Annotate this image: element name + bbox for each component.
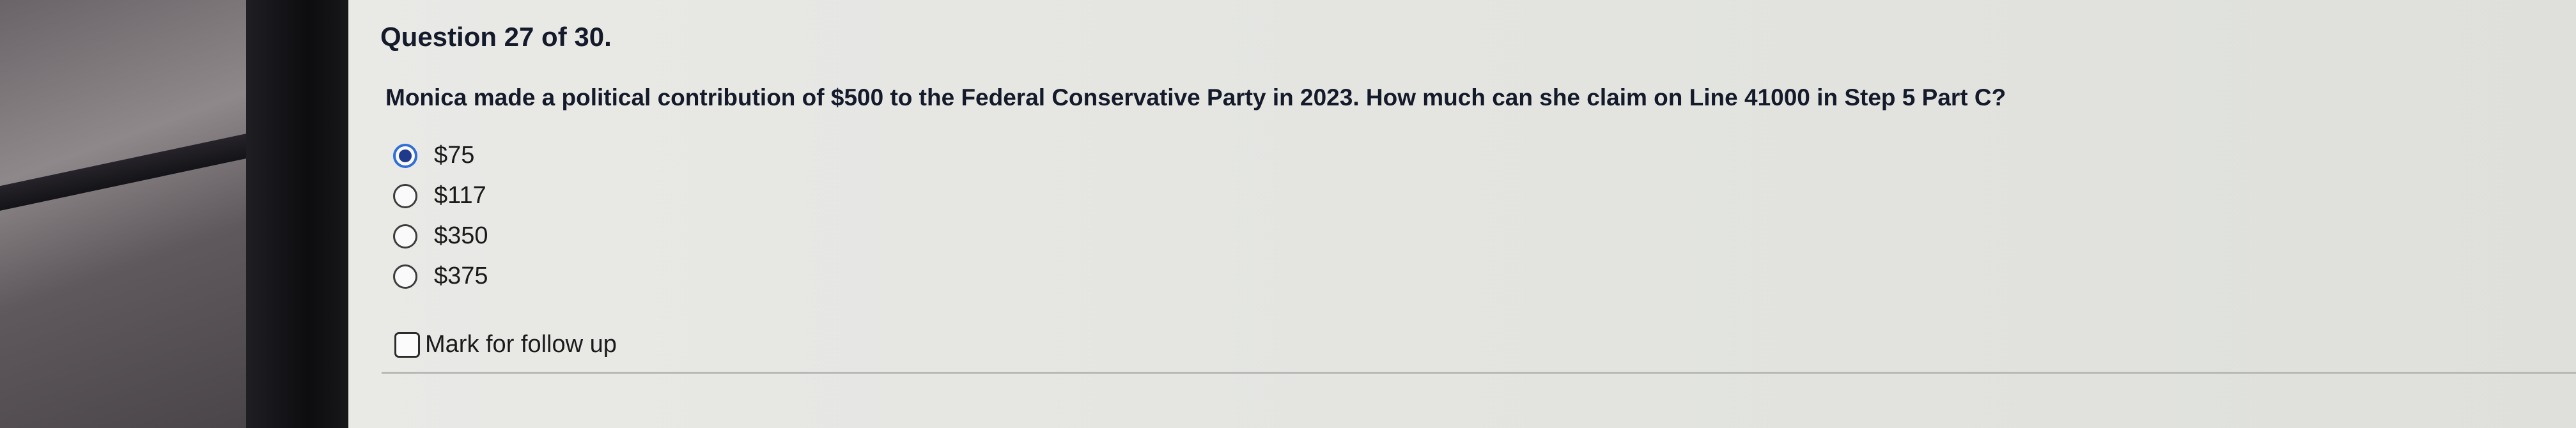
radio-selected-icon[interactable] xyxy=(393,143,417,168)
answer-option-label[interactable]: $75 xyxy=(434,142,474,169)
divider xyxy=(382,372,2576,374)
quiz-page: Question 27 of 30. Monica made a politic… xyxy=(348,0,2576,428)
checkbox-icon[interactable] xyxy=(394,332,420,358)
answer-options: $75 $117 $350 $375 xyxy=(393,135,488,296)
follow-up-label[interactable]: Mark for follow up xyxy=(425,331,617,358)
answer-option-1[interactable]: $75 xyxy=(393,135,488,176)
answer-option-label[interactable]: $350 xyxy=(434,222,488,250)
question-text: Monica made a political contribution of … xyxy=(385,84,2006,111)
radio-unselected-icon[interactable] xyxy=(393,264,417,289)
answer-option-3[interactable]: $350 xyxy=(393,216,488,256)
mark-for-follow-up[interactable]: Mark for follow up xyxy=(394,331,617,358)
background-fabric xyxy=(0,0,256,428)
answer-option-label[interactable]: $375 xyxy=(434,263,488,290)
answer-option-label[interactable]: $117 xyxy=(434,182,486,210)
question-number: Question 27 of 30. xyxy=(380,22,612,52)
answer-option-4[interactable]: $375 xyxy=(393,256,488,296)
radio-dot-icon xyxy=(399,149,412,162)
radio-unselected-icon[interactable] xyxy=(393,224,417,248)
monitor-bezel xyxy=(246,0,348,428)
radio-unselected-icon[interactable] xyxy=(393,183,417,208)
answer-option-2[interactable]: $117 xyxy=(393,176,488,216)
